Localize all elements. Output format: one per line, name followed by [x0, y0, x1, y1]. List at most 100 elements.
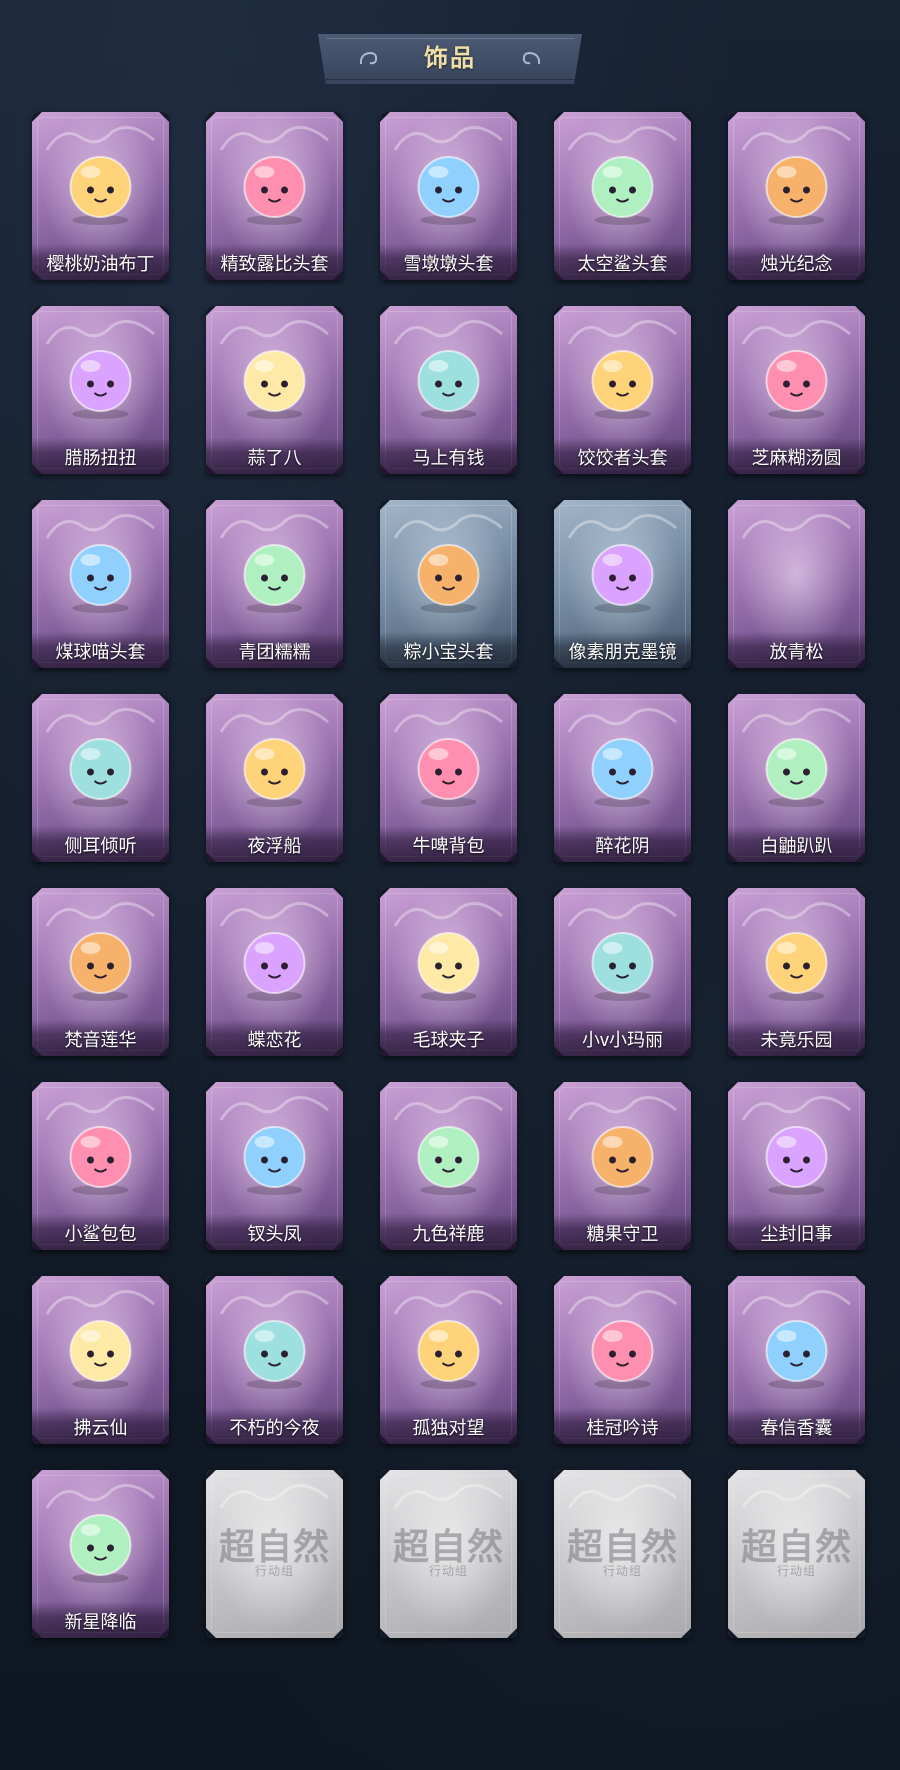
cat-head-icon	[69, 544, 132, 613]
accessory-card[interactable]: 太空鲨头套	[554, 112, 691, 280]
white-ferret-icon	[765, 738, 828, 807]
accessory-card[interactable]: 樱桃奶油布丁	[32, 112, 169, 280]
locked-card[interactable]: 超自然 行动组	[206, 1470, 343, 1638]
accessory-name: 白鼬趴趴	[728, 826, 865, 862]
accessory-card[interactable]: 钗头凤	[206, 1082, 343, 1250]
pumpkin-charm-icon	[591, 1126, 654, 1195]
flower-fan-icon	[591, 738, 654, 807]
accessory-card[interactable]: 牛啤背包	[380, 694, 517, 862]
accessory-name: 放青松	[728, 632, 865, 668]
accessory-card[interactable]: 侧耳倾听	[32, 694, 169, 862]
accessory-card[interactable]: 未竟乐园	[728, 888, 865, 1056]
mary-doll-icon	[591, 932, 654, 1001]
accessory-name: 蒜了八	[206, 438, 343, 474]
silver-doll-charm-icon	[417, 1320, 480, 1389]
horse-head-icon	[417, 350, 480, 419]
accessory-card[interactable]: 雪墩墩头套	[380, 112, 517, 280]
locked-card[interactable]: 超自然 行动组	[380, 1470, 517, 1638]
deer-charm-icon	[417, 1126, 480, 1195]
accessory-name: 雪墩墩头套	[380, 244, 517, 280]
card-swirl-pattern-icon	[741, 514, 851, 539]
accessory-card[interactable]: 小v小玛丽	[554, 888, 691, 1056]
accessory-card[interactable]: 新星降临	[32, 1470, 169, 1638]
star-doll-charm-icon	[69, 1514, 132, 1583]
accessory-card[interactable]: 饺饺者头套	[554, 306, 691, 474]
accessory-grid: 樱桃奶油布丁 精致露比头套 雪墩墩头套 太空鲨头套 烛光纪念腊肠扭扭 蒜了八 马上有钱 饺饺者…	[0, 0, 900, 1770]
accessory-card[interactable]: 马上有钱	[380, 306, 517, 474]
accessory-card[interactable]: 白鼬趴趴	[728, 694, 865, 862]
accessory-name: 樱桃奶油布丁	[32, 244, 169, 280]
accessory-name: 夜浮船	[206, 826, 343, 862]
accessory-name: 拂云仙	[32, 1408, 169, 1444]
candle-icon	[765, 156, 828, 225]
lotus-ornament-icon	[69, 738, 132, 807]
butterfly-bell-icon	[243, 932, 306, 1001]
locked-watermark-sub: 行动组	[776, 1564, 816, 1578]
accessory-name: 梵音莲华	[32, 1020, 169, 1056]
pixel-sunglasses-icon	[591, 544, 654, 613]
locked-watermark-sub: 行动组	[602, 1564, 642, 1578]
accessory-card[interactable]: 春信香囊	[728, 1276, 865, 1444]
accessory-name: 侧耳倾听	[32, 826, 169, 862]
accessory-card[interactable]: 梵音莲华	[32, 888, 169, 1056]
pink-fox-charm-icon	[243, 1320, 306, 1389]
locked-card[interactable]: 超自然 行动组	[554, 1470, 691, 1638]
accessory-card[interactable]: 烛光纪念	[728, 112, 865, 280]
accessory-name: 马上有钱	[380, 438, 517, 474]
jellyfish-ornament-icon	[243, 738, 306, 807]
accessory-card[interactable]: 九色祥鹿	[380, 1082, 517, 1250]
shark-bag-icon	[69, 1126, 132, 1195]
accessory-name: 毛球夹子	[380, 1020, 517, 1056]
phoenix-crown-doll-icon	[243, 1126, 306, 1195]
locked-card[interactable]: 超自然 行动组	[728, 1470, 865, 1638]
accessory-card[interactable]: 蒜了八	[206, 306, 343, 474]
accessory-name: 九色祥鹿	[380, 1214, 517, 1250]
accessory-name: 腊肠扭扭	[32, 438, 169, 474]
accessory-name: 像素朋克墨镜	[554, 632, 691, 668]
accessory-card[interactable]: 小鲨包包	[32, 1082, 169, 1250]
accessory-card[interactable]: 蝶恋花	[206, 888, 343, 1056]
raccoon-drummer-icon	[417, 932, 480, 1001]
zongzi-head-icon	[417, 544, 480, 613]
accessory-name: 烛光纪念	[728, 244, 865, 280]
accessory-name: 饺饺者头套	[554, 438, 691, 474]
accessory-card[interactable]: 尘封旧事	[728, 1082, 865, 1250]
accessory-card[interactable]: 粽小宝头套	[380, 500, 517, 668]
gentleman-doll-icon	[765, 1126, 828, 1195]
accessory-name: 太空鲨头套	[554, 244, 691, 280]
accessory-name: 醉花阴	[554, 826, 691, 862]
accessory-card[interactable]: 煤球喵头套	[32, 500, 169, 668]
green-rice-ball-icon	[243, 544, 306, 613]
accessory-card[interactable]: 夜浮船	[206, 694, 343, 862]
pink-bear-head-icon	[243, 156, 306, 225]
accessory-card[interactable]: 孤独对望	[380, 1276, 517, 1444]
laurel-doll-charm-icon	[591, 1320, 654, 1389]
accessory-card[interactable]: 不朽的今夜	[206, 1276, 343, 1444]
accessory-card[interactable]: 拂云仙	[32, 1276, 169, 1444]
accessory-name: 小v小玛丽	[554, 1020, 691, 1056]
accessory-name: 未竟乐园	[728, 1020, 865, 1056]
accessory-name: 桂冠吟诗	[554, 1408, 691, 1444]
accessory-name: 芝麻糊汤圆	[728, 438, 865, 474]
sachet-charm-icon	[765, 1320, 828, 1389]
accessory-card[interactable]: 精致露比头套	[206, 112, 343, 280]
accessory-card[interactable]: 青团糯糯	[206, 500, 343, 668]
shark-head-icon	[591, 156, 654, 225]
accessory-name: 不朽的今夜	[206, 1408, 343, 1444]
accessory-name: 新星降临	[32, 1602, 169, 1638]
accessory-card[interactable]: 桂冠吟诗	[554, 1276, 691, 1444]
accessory-card[interactable]: 腊肠扭扭	[32, 306, 169, 474]
accessory-card[interactable]: 毛球夹子	[380, 888, 517, 1056]
accessory-card[interactable]: 像素朋克墨镜	[554, 500, 691, 668]
snowman-head-icon	[417, 156, 480, 225]
accessory-card[interactable]: 醉花阴	[554, 694, 691, 862]
dumpling-head-icon	[591, 350, 654, 419]
accessory-name: 牛啤背包	[380, 826, 517, 862]
accessory-card[interactable]: 放青松	[728, 500, 865, 668]
accessory-card[interactable]: 糖果守卫	[554, 1082, 691, 1250]
accessory-card[interactable]: 芝麻糊汤圆	[728, 306, 865, 474]
cow-mug-icon	[417, 738, 480, 807]
locked-watermark-sub: 行动组	[254, 1564, 294, 1578]
rice-ball-icon	[765, 350, 828, 419]
garlic-icon	[243, 350, 306, 419]
